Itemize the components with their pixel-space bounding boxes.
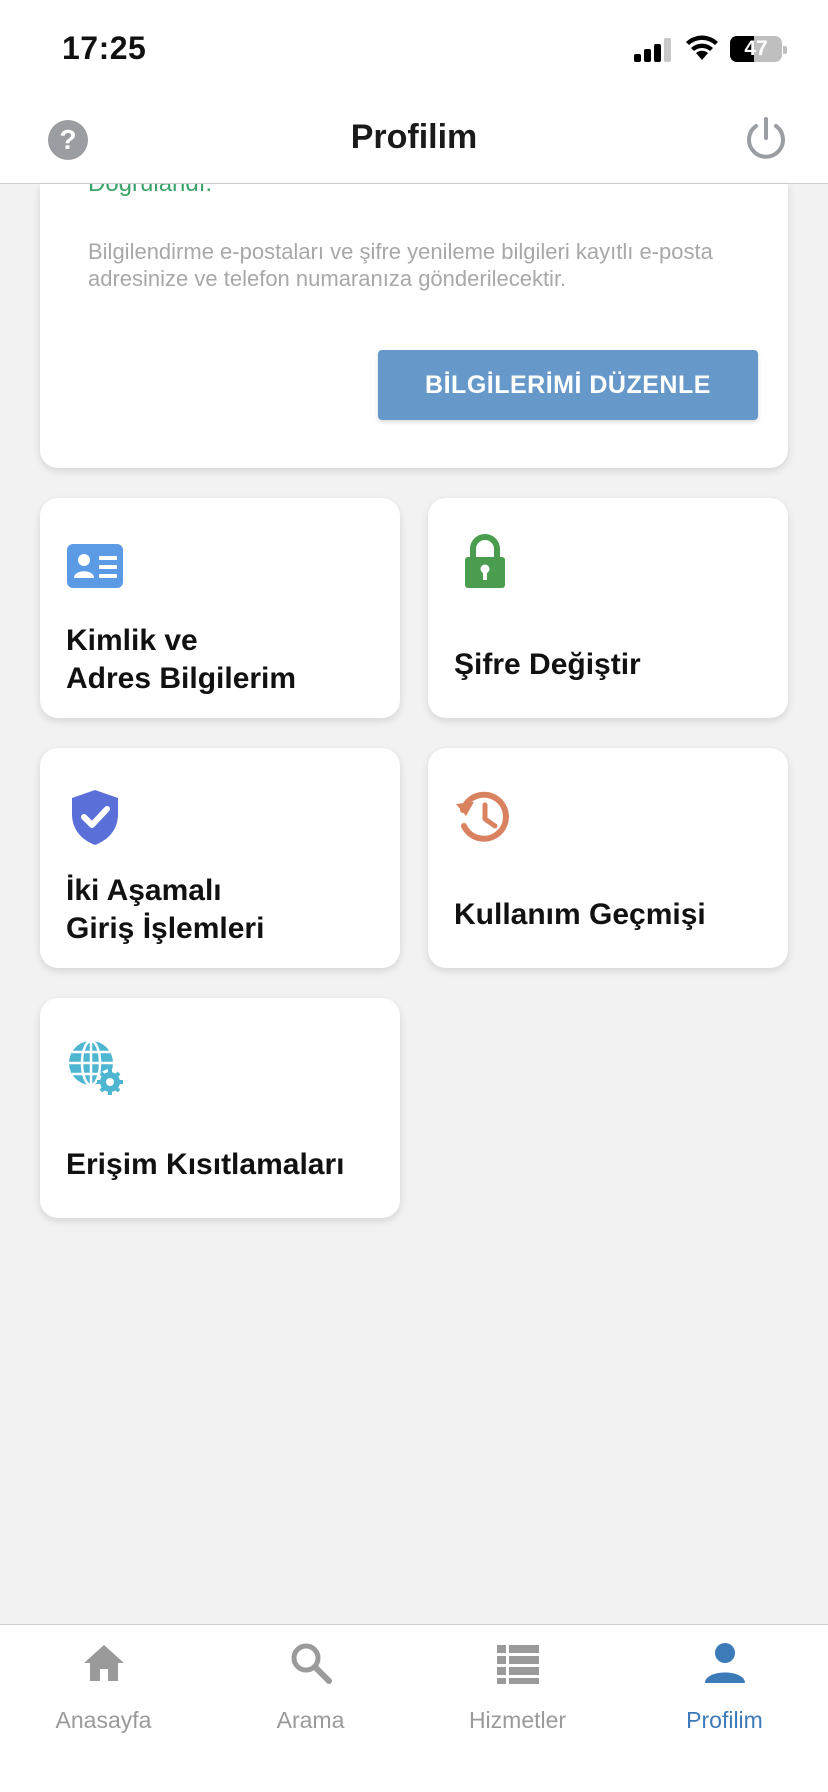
tile-two-factor[interactable]: İki Aşamalı Giriş İşlemleri <box>40 748 400 968</box>
power-icon[interactable] <box>744 116 788 162</box>
id-card-icon <box>67 544 123 588</box>
tile-label: Kimlik ve Adres Bilgilerim <box>66 624 297 695</box>
battery-icon: 47 <box>730 36 782 62</box>
tab-home[interactable]: Anasayfa <box>0 1625 207 1745</box>
list-icon <box>497 1645 539 1684</box>
tab-label: Hizmetler <box>468 1707 567 1733</box>
lock-icon <box>465 534 505 588</box>
header: ? Profilim <box>0 90 828 184</box>
tile-access-restrictions[interactable]: Erişim Kısıtlamaları <box>40 998 400 1218</box>
status-icons: 47 <box>634 34 794 64</box>
person-icon <box>705 1643 745 1683</box>
tile-label: İki Aşamalı Giriş İşlemleri <box>66 874 265 945</box>
tab-profile[interactable]: Profilim <box>621 1625 828 1745</box>
tab-services[interactable]: Hizmetler <box>414 1625 621 1745</box>
globe-gear-icon <box>69 1039 123 1095</box>
tab-bar: Anasayfa Arama Hizmetler Profilim <box>0 1624 828 1792</box>
tile-change-password[interactable]: Şifre Değiştir <box>428 498 788 718</box>
tile-usage-history[interactable]: Kullanım Geçmişi <box>428 748 788 968</box>
history-icon <box>456 791 509 842</box>
tile-label: Erişim Kısıtlamaları <box>66 1148 345 1181</box>
battery-percent: 47 <box>744 37 768 60</box>
edit-info-button[interactable]: BİLGİLERİMİ DÜZENLE <box>378 350 758 420</box>
wifi-icon <box>686 35 718 60</box>
tile-label: Şifre Değiştir <box>454 648 641 681</box>
home-icon <box>84 1645 124 1681</box>
profile-info-card: Doğrulandı. Bilgilendirme e-postaları ve… <box>40 184 788 468</box>
page-title: Profilim <box>350 118 478 156</box>
tab-label: Profilim <box>686 1707 763 1733</box>
info-text: Bilgilendirme e-postaları ve şifre yenil… <box>88 239 713 291</box>
shield-check-icon <box>72 790 118 845</box>
tab-search[interactable]: Arama <box>207 1625 414 1745</box>
battery-tip <box>783 46 787 54</box>
tile-label: Kullanım Geçmişi <box>454 898 706 931</box>
search-icon <box>291 1643 332 1684</box>
tab-label: Anasayfa <box>55 1707 152 1733</box>
tile-identity-address[interactable]: Kimlik ve Adres Bilgilerim <box>40 498 400 718</box>
verified-status: Doğrulandı. <box>88 184 212 198</box>
status-bar: 17:25 47 <box>0 0 828 90</box>
cellular-signal-icon <box>634 38 674 62</box>
tab-label: Arama <box>276 1707 345 1733</box>
status-time: 17:25 <box>62 30 147 66</box>
